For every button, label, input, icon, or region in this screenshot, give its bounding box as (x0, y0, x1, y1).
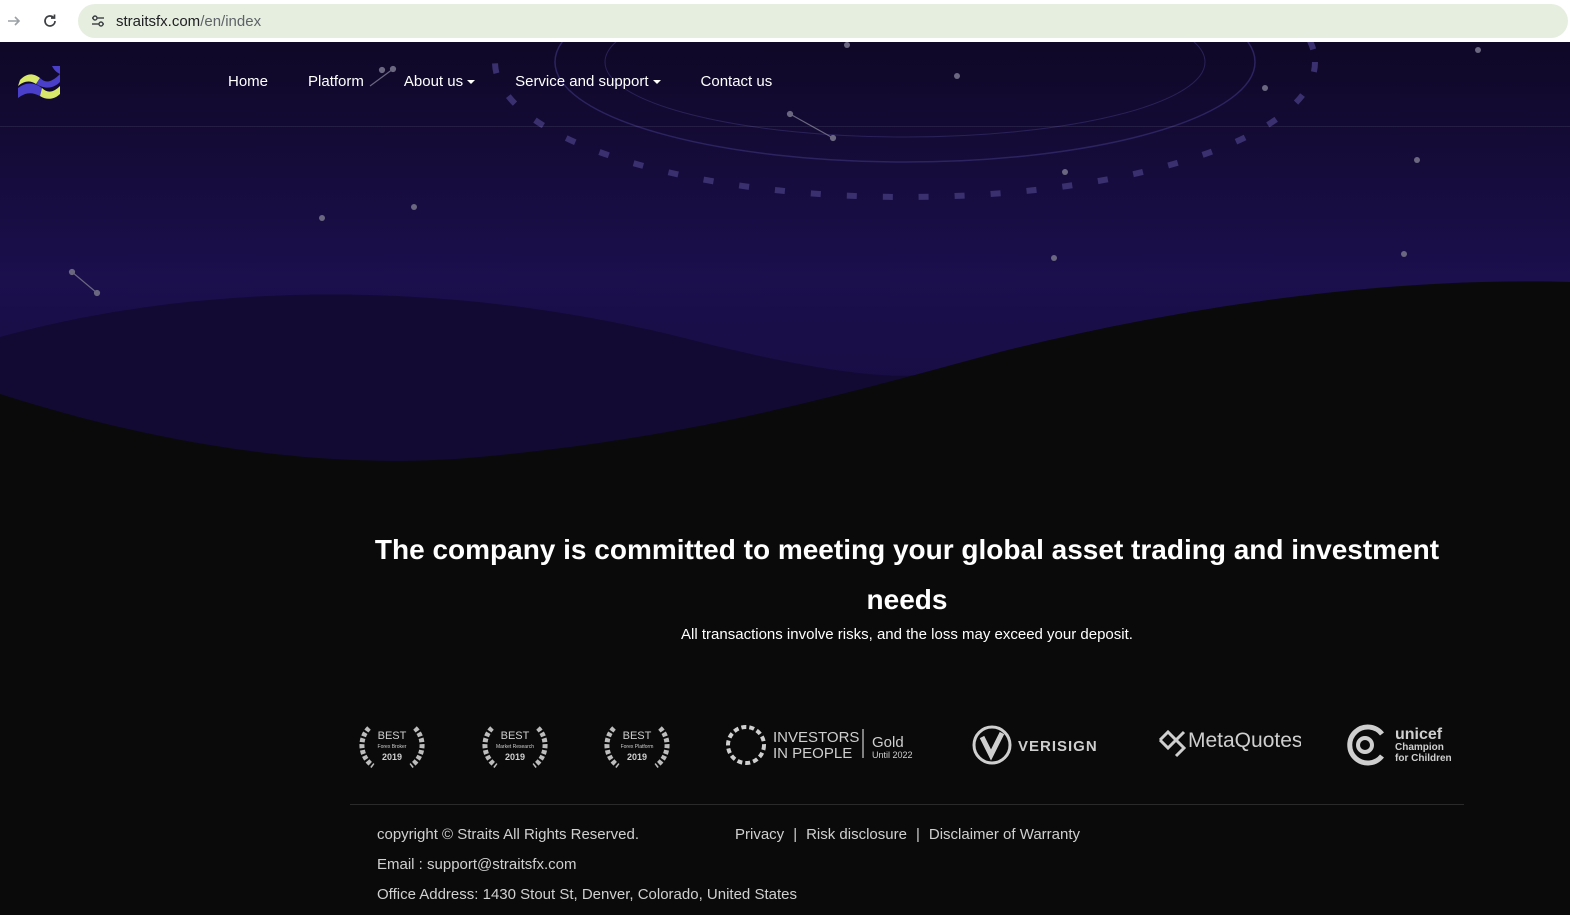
caret-down-icon (467, 79, 476, 84)
footer-links: Privacy | Risk disclosure | Disclaimer o… (735, 826, 1080, 843)
caret-down-icon (652, 79, 661, 84)
checkmark-icon (979, 731, 1005, 761)
unicef-badge: unicef Champion for Children (1344, 720, 1464, 770)
hero-headline: The company is committed to meeting your… (374, 534, 1440, 615)
award-best-text: BEST (378, 730, 407, 742)
arrow-right-icon (8, 16, 21, 26)
award-category-text: Forex Platform (621, 744, 654, 750)
footer-divider (350, 804, 1464, 805)
metaquotes-text: MetaQuotes (1188, 729, 1301, 752)
laurel-award-icon: BEST Forex Broker 2019 (359, 726, 425, 769)
risk-disclosure-link[interactable]: Risk disclosure (806, 826, 907, 843)
iip-line2: IN PEOPLE (773, 745, 852, 762)
laurel-award-icon: BEST Forex Platform 2019 (604, 726, 670, 769)
verisign-badge: VERISIGN (971, 720, 1111, 770)
main-nav: Home Platform About us Service and suppo… (228, 73, 812, 90)
straits-logo[interactable] (16, 64, 62, 104)
iip-line1: INVESTORS (773, 729, 859, 746)
award-badge-market-research: BEST Market Research 2019 (480, 720, 550, 770)
risk-warning: All transactions involve risks, and the … (681, 626, 1133, 643)
link-separator: | (793, 826, 798, 843)
tune-icon (92, 15, 104, 27)
verisign-text: VERISIGN (1018, 738, 1098, 755)
award-best-text: BEST (623, 730, 652, 742)
nav-service-label: Service and support (515, 73, 649, 90)
url-host: straitsfx.com (116, 12, 201, 30)
award-year-text: 2019 (382, 752, 402, 762)
browser-toolbar: straitsfx.com/en/index (0, 0, 1570, 42)
nav-home-label: Home (228, 73, 269, 90)
nav-contact-us[interactable]: Contact us (701, 73, 773, 90)
award-year-text: 2019 (505, 752, 525, 762)
award-category-text: Forex Broker (378, 744, 407, 750)
metaquotes-mark-icon (1158, 729, 1187, 758)
reload-icon (44, 14, 56, 27)
investors-in-people-logo: INVESTORS IN PEOPLE Gold Until 2022 (726, 725, 913, 765)
award-category-text: Market Research (496, 744, 534, 750)
award-badge-forex-broker: BEST Forex Broker 2019 (357, 720, 427, 770)
nav-home[interactable]: Home (228, 73, 268, 90)
iip-level: Gold (872, 734, 904, 751)
iip-until: Until 2022 (872, 750, 913, 760)
investors-in-people-badge: INVESTORS IN PEOPLE Gold Until 2022 (724, 720, 924, 770)
unicef-line2: for Children (1395, 753, 1452, 764)
site-header: Home Platform About us Service and suppo… (0, 42, 1570, 127)
wreath-icon (726, 725, 766, 765)
reload-button[interactable] (36, 7, 64, 35)
url-path: /en/index (200, 12, 262, 30)
address-bar[interactable]: straitsfx.com/en/index (78, 4, 1568, 38)
nav-about-us[interactable]: About us (403, 73, 476, 90)
nav-platform-label: Platform (308, 73, 364, 90)
verisign-logo: VERISIGN (972, 725, 1098, 765)
unicef-line1: Champion (1395, 742, 1444, 753)
nav-platform[interactable]: Platform (308, 73, 364, 90)
unicef-text: unicef (1395, 726, 1443, 743)
unicef-logo: unicef Champion for Children (1347, 724, 1452, 766)
url-text: straitsfx.com/en/index (116, 13, 261, 30)
nav-contact-label: Contact us (700, 73, 773, 90)
metaquotes-logo: MetaQuotes (1158, 729, 1301, 758)
page: Home Platform About us Service and suppo… (0, 42, 1570, 915)
email-text[interactable]: Email : support@straitsfx.com (377, 856, 576, 873)
office-address: Office Address: 1430 Stout St, Denver, C… (377, 886, 797, 903)
forward-button[interactable] (0, 7, 28, 35)
copyright-text: copyright © Straits All Rights Reserved. (377, 826, 639, 843)
award-year-text: 2019 (627, 752, 647, 762)
partner-badges: BEST Forex Broker 2019 BEST Market Resea… (350, 720, 1464, 770)
unicef-ring-icon (1347, 724, 1384, 766)
privacy-link[interactable]: Privacy (735, 826, 784, 843)
nav-about-us-label: About us (403, 73, 464, 90)
site-info-button[interactable] (88, 11, 108, 31)
nav-service-and-support[interactable]: Service and support (515, 73, 661, 90)
disclaimer-link[interactable]: Disclaimer of Warranty (929, 826, 1080, 843)
metaquotes-badge: MetaQuotes (1156, 720, 1301, 770)
award-badge-forex-platform: BEST Forex Platform 2019 (602, 720, 672, 770)
award-best-text: BEST (501, 730, 530, 742)
link-separator: | (915, 826, 920, 843)
laurel-award-icon: BEST Market Research 2019 (482, 726, 548, 769)
